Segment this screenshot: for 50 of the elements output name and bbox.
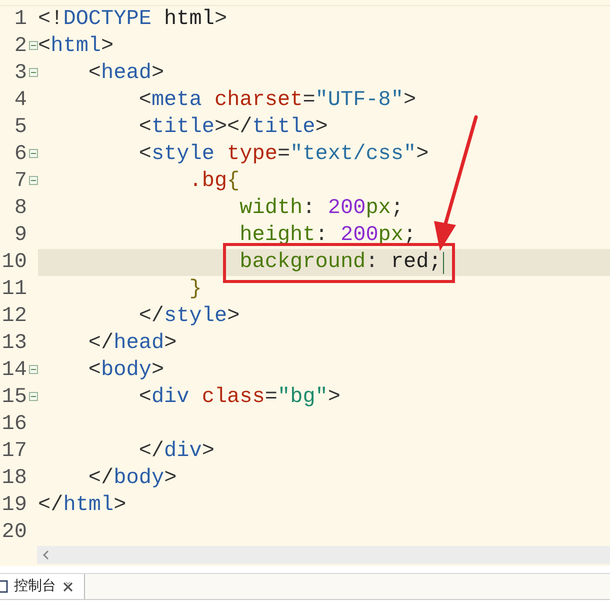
code-line: <style type="text/css"> (138, 142, 429, 168)
line-number: 2 (14, 34, 27, 60)
code-line: .bg{ (189, 168, 240, 195)
code-line: <!DOCTYPE html> (38, 6, 228, 33)
line-number: 11 (2, 276, 27, 303)
line-number: 15 (2, 384, 27, 411)
code-line: <head> (88, 60, 164, 87)
code-line: </html> (38, 492, 126, 519)
text-cursor (443, 252, 444, 274)
scroll-left-icon[interactable] (42, 550, 50, 560)
line-number: 7 (14, 168, 27, 195)
collapse-icon[interactable] (29, 68, 38, 76)
code-line: <html> (38, 34, 114, 60)
line-number: 19 (2, 492, 27, 519)
collapse-icon[interactable] (29, 40, 38, 50)
line-number: 5 (14, 114, 27, 141)
collapse-icon[interactable] (29, 148, 38, 158)
line-number: 8 (14, 196, 27, 222)
collapse-icon[interactable] (29, 176, 38, 184)
code-line: } (189, 276, 202, 303)
line-number: 20 (2, 520, 27, 546)
code-line: height: 200px; (240, 222, 416, 249)
close-icon[interactable] (62, 580, 74, 592)
console-tab[interactable]: 控制台 (0, 574, 85, 599)
line-number: 18 (2, 466, 27, 492)
line-number: 4 (14, 88, 27, 114)
line-number: 10 (2, 250, 27, 276)
code-line: background: red; (240, 250, 442, 276)
code-line: </body> (88, 466, 177, 492)
line-number: 9 (14, 222, 27, 249)
code-line: </div> (138, 438, 214, 465)
line-number: 17 (2, 438, 27, 465)
code-line: </head> (88, 330, 177, 357)
line-number: 6 (14, 142, 27, 168)
line-number: 13 (2, 330, 27, 357)
code-line: <meta charset="UTF-8"> (138, 88, 416, 114)
line-number: 14 (2, 358, 27, 384)
line-number: 3 (14, 60, 27, 87)
collapse-icon[interactable] (29, 392, 38, 400)
code-line: width: 200px; (240, 196, 404, 222)
collapse-icon[interactable] (29, 364, 38, 374)
code-line: <body> (88, 358, 164, 384)
horizontal-scrollbar[interactable] (37, 546, 610, 564)
line-number: 16 (2, 412, 27, 438)
code-line: </style> (138, 304, 240, 330)
line-number: 1 (14, 6, 27, 33)
code-line: <title></title> (138, 114, 328, 141)
line-number: 12 (2, 304, 27, 330)
console-icon (0, 580, 8, 594)
code-line: <div class="bg"> (138, 384, 341, 411)
